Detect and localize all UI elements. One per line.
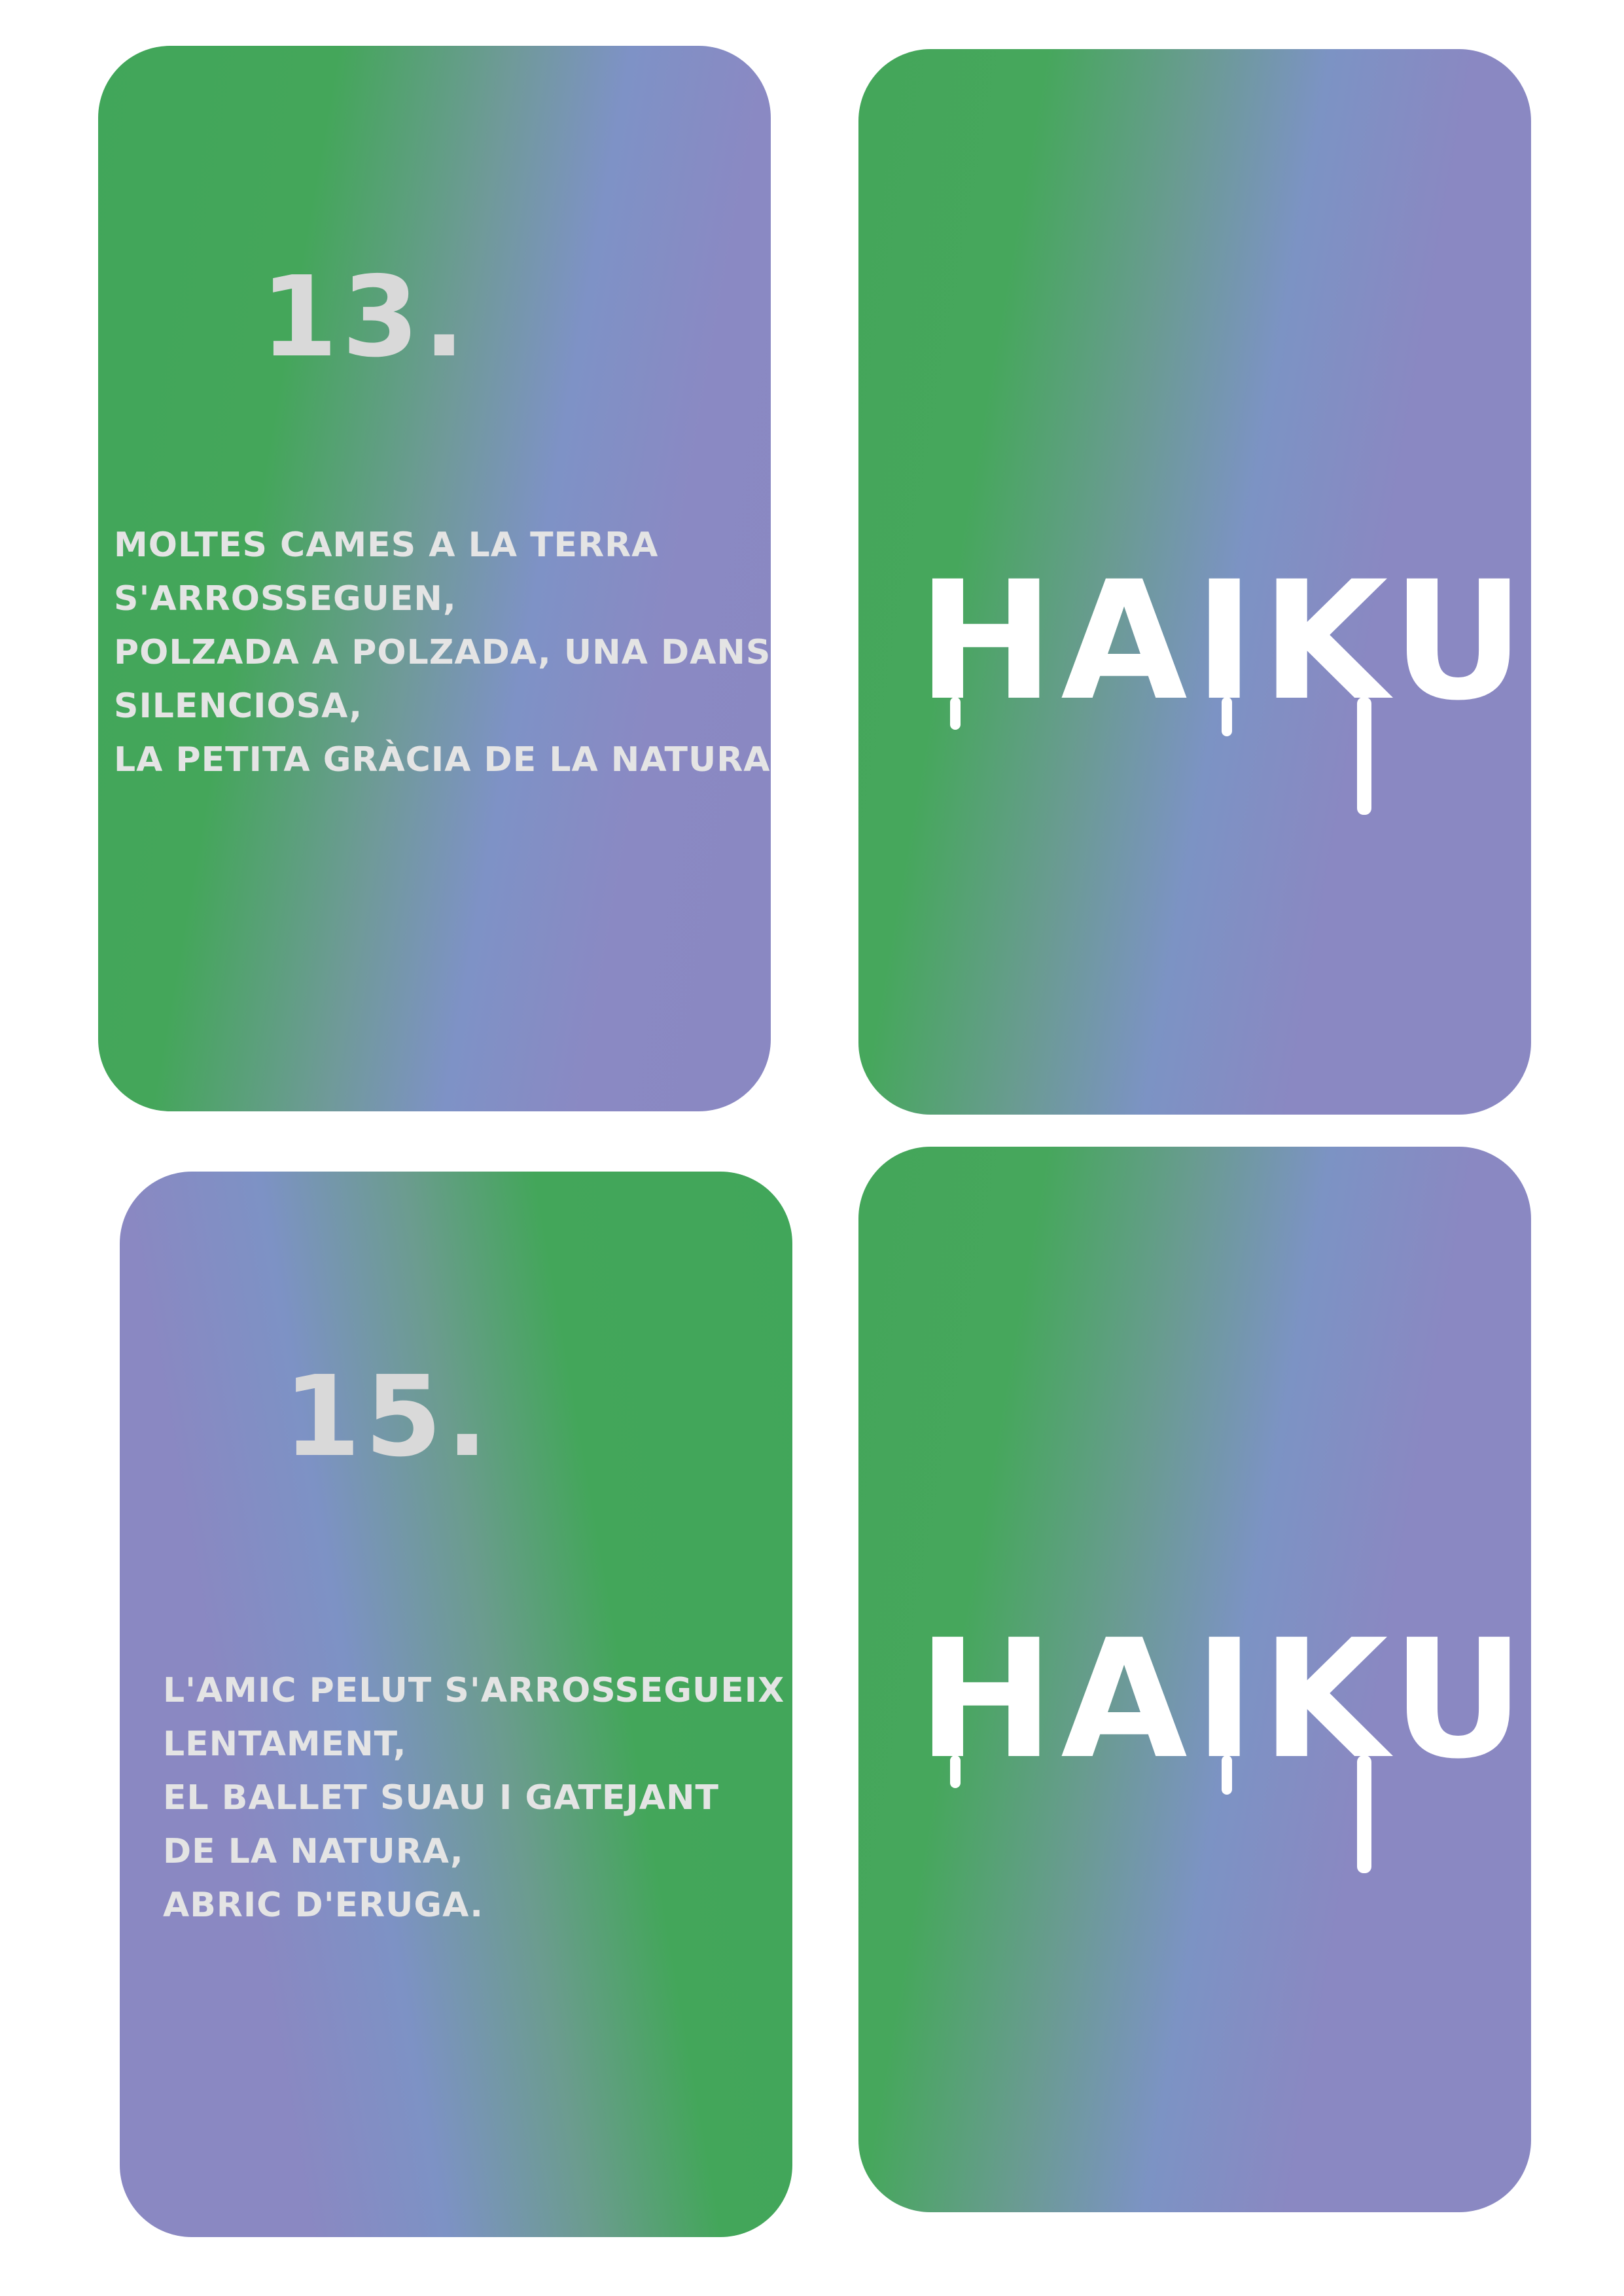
haiku-poem: MOLTES CAMES A LA TERRA S'ARROSSEGUEN, P…: [114, 518, 771, 787]
paint-drip: [950, 1755, 961, 1788]
poem-line: LENTAMENT,: [163, 1725, 407, 1764]
poem-line: DE LA NATURA,: [163, 1832, 464, 1871]
poem-line: MOLTES CAMES A LA TERRA: [114, 526, 659, 565]
haiku-poem: L'AMIC PELUT S'ARROSSEGUEIX LENTAMENT, E…: [163, 1664, 785, 1932]
paint-drip: [1222, 697, 1232, 736]
poem-line: L'AMIC PELUT S'ARROSSEGUEIX: [163, 1671, 785, 1710]
card-number: 15.: [283, 1352, 493, 1482]
paint-drip: [1357, 1755, 1371, 1873]
card-number: 13.: [260, 253, 470, 382]
haiku-card-back: HAIKU!: [858, 49, 1531, 1115]
poem-line: SILENCIOSA,: [114, 687, 363, 726]
paint-drip: [1357, 697, 1371, 815]
poem-line: ABRIC D'ERUGA.: [163, 1886, 484, 1925]
poem-line: S'ARROSSEGUEN,: [114, 579, 457, 619]
poem-line: LA PETITA GRÀCIA DE LA NATURA.: [114, 740, 771, 780]
poem-line: EL BALLET SUAU I GATEJANT: [163, 1778, 719, 1818]
haiku-card-13: 13. MOLTES CAMES A LA TERRA S'ARROSSEGUE…: [98, 46, 771, 1111]
paint-drip: [950, 697, 961, 730]
haiku-card-15: 15. L'AMIC PELUT S'ARROSSEGUEIX LENTAMEN…: [120, 1172, 792, 2237]
poem-line: POLZADA A POLZADA, UNA DANSA: [114, 633, 771, 672]
haiku-card-back: HAIKU!: [858, 1147, 1531, 2212]
paint-drip: [1222, 1755, 1232, 1795]
